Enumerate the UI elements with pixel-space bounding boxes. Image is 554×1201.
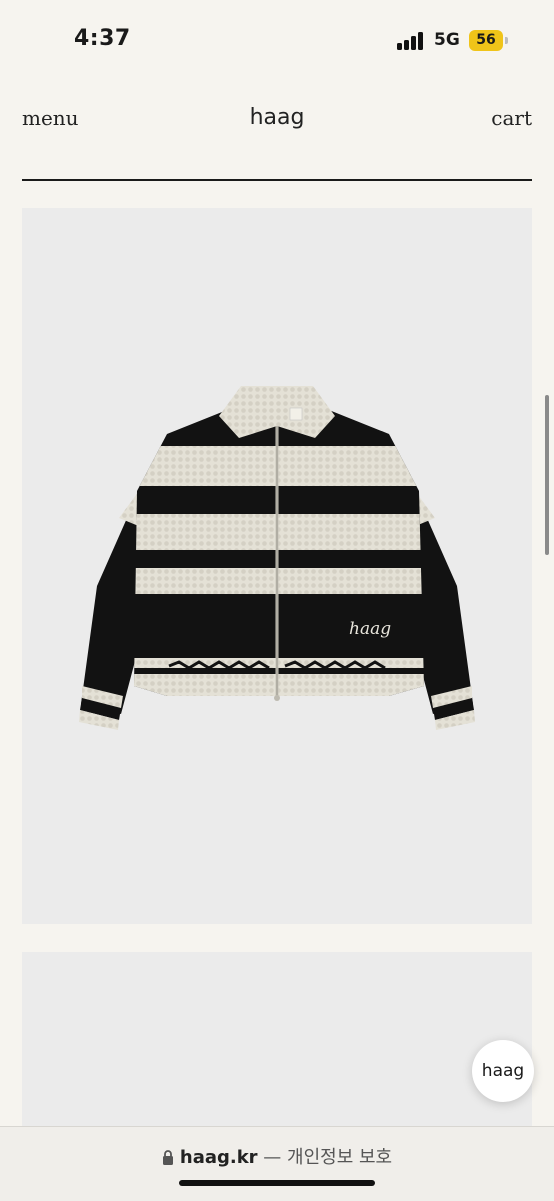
browser-url-bar[interactable]: haag.kr — 개인정보 보호 [0,1126,554,1201]
battery-cap [505,37,508,44]
knit-cardigan-image: haag [79,386,475,730]
network-type: 5G [434,30,460,50]
signal-strength-icon [397,32,425,50]
brand-logo[interactable]: haag [22,105,532,130]
battery-icon: 56 [469,30,503,51]
scrollbar[interactable] [545,395,549,555]
floating-chat-button[interactable]: haag [472,1040,534,1102]
url-domain: haag.kr [179,1147,258,1168]
status-time: 4:37 [74,26,131,51]
product-image-card-2[interactable] [22,952,532,1142]
url-content[interactable]: haag.kr — 개인정보 보호 [0,1143,554,1169]
cart-link[interactable]: cart [491,106,532,130]
lock-icon [162,1150,173,1165]
home-indicator[interactable] [179,1180,375,1186]
privacy-label: 개인정보 보호 [287,1147,393,1168]
embroidered-logo: haag [349,619,391,639]
status-bar: 4:37 5G 56 [0,0,554,80]
site-header: menu haag cart [22,100,532,140]
header-divider [22,179,532,181]
product-image-card[interactable]: haag [22,208,532,924]
url-separator: — [263,1147,282,1168]
